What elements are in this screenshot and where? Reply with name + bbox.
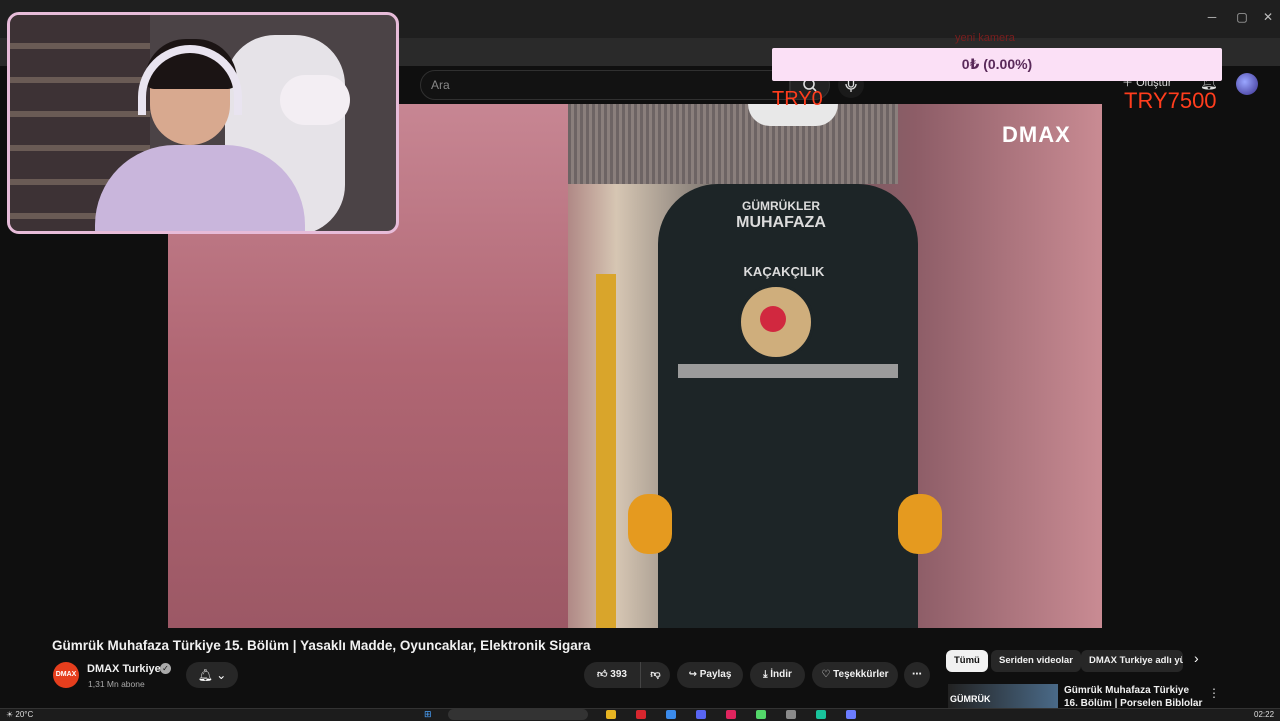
taskbar-clock: 02:22 (1254, 710, 1275, 719)
thumbs-down-icon: 👎︎ (650, 669, 661, 680)
share-label: Paylaş (699, 669, 732, 680)
file-explorer-icon[interactable] (606, 710, 616, 719)
yellow-pillar (596, 274, 616, 628)
subscriber-count: 1,31 Mn abone (88, 679, 145, 689)
more-horizontal-icon: ⋯ (912, 669, 922, 680)
share-arrow-icon: ↪ (688, 669, 697, 680)
dislike-button[interactable]: 👎︎ (640, 662, 670, 688)
like-button[interactable]: 👍︎ 393 (584, 662, 640, 688)
taskbar-search[interactable] (448, 709, 588, 720)
app-icon-blue[interactable] (846, 710, 856, 719)
subscription-bell-button[interactable]: 🔔︎ ⌄ (186, 662, 238, 688)
webcam-plush (280, 75, 350, 125)
more-vertical-icon[interactable]: ⋮ (1208, 686, 1220, 700)
bell-icon: 🔔︎ (197, 668, 213, 682)
app-icon-green[interactable] (756, 710, 766, 719)
more-actions-button[interactable]: ⋯ (904, 662, 930, 688)
app-icon-pink[interactable] (726, 710, 736, 719)
app-icon-teal[interactable] (816, 710, 826, 719)
vest-text-top: GÜMRÜKLER (742, 199, 820, 213)
chip-series-videos[interactable]: Seriden videolar (991, 650, 1081, 672)
heart-dollar-icon: ♡ (821, 669, 831, 680)
download-label: İndir (770, 669, 792, 680)
chip-channel-uploads[interactable]: DMAX Turkiye adlı yü (1081, 650, 1183, 672)
thanks-label: Teşekkürler (833, 669, 889, 680)
search-input[interactable]: Ara (420, 70, 790, 100)
dmax-watermark: DMAX (1002, 122, 1071, 147)
maximize-button[interactable]: ▢ (1232, 10, 1252, 28)
container-ceiling (568, 104, 898, 184)
app-icon-red[interactable] (636, 710, 646, 719)
like-count: 393 (610, 669, 627, 680)
vest-text-main: MUHAFAZA (736, 214, 826, 231)
thanks-button[interactable]: ♡ Teşekkürler (812, 662, 898, 688)
channel-name[interactable]: DMAX Turkiye (87, 663, 161, 675)
windows-start-icon[interactable]: ⊞ (424, 709, 432, 720)
channel-avatar[interactable]: DMAX (53, 662, 79, 688)
crescent-emblem (760, 306, 786, 332)
download-button[interactable]: ⤓ İndir (750, 662, 805, 688)
goal-target: TRY7500 (1124, 88, 1217, 113)
weather-icon: ☀ (6, 710, 14, 719)
donation-goal-text: 0₺ (0.00%) (961, 56, 1033, 72)
left-glove (628, 494, 672, 554)
weather-temperature: 20°C (15, 710, 34, 719)
weather-widget[interactable]: ☀ 20°C (6, 710, 33, 719)
recommendation-thumbnail-text: GÜMRÜK (950, 694, 991, 704)
share-button[interactable]: ↪ Paylaş (677, 662, 743, 688)
webcam-overlay (7, 12, 399, 234)
chrome-icon[interactable] (666, 710, 676, 719)
obs-icon[interactable] (786, 710, 796, 719)
vest-text-arc-top: KAÇAKÇILIK (743, 264, 825, 279)
chevron-down-icon: ⌄ (216, 668, 227, 682)
minimize-button[interactable]: ─ (1202, 10, 1222, 28)
goal-current: TRY0 (772, 88, 823, 110)
chevron-right-icon[interactable]: › (1194, 650, 1199, 666)
account-avatar[interactable] (1236, 73, 1258, 95)
discord-icon[interactable] (696, 710, 706, 719)
overlay-faint-label: yeni kamera (955, 32, 1015, 44)
chip-all[interactable]: Tümü (946, 650, 988, 672)
verified-check-icon: ✓ (160, 663, 171, 674)
reflective-stripe (678, 364, 898, 378)
thumbs-up-icon: 👍︎ (597, 669, 608, 680)
close-button[interactable]: ✕ (1258, 10, 1278, 28)
officer-figure (658, 184, 918, 628)
video-title: Gümrük Muhafaza Türkiye 15. Bölüm | Yasa… (52, 638, 591, 653)
right-glove (898, 494, 942, 554)
download-icon: ⤓ (763, 669, 768, 680)
